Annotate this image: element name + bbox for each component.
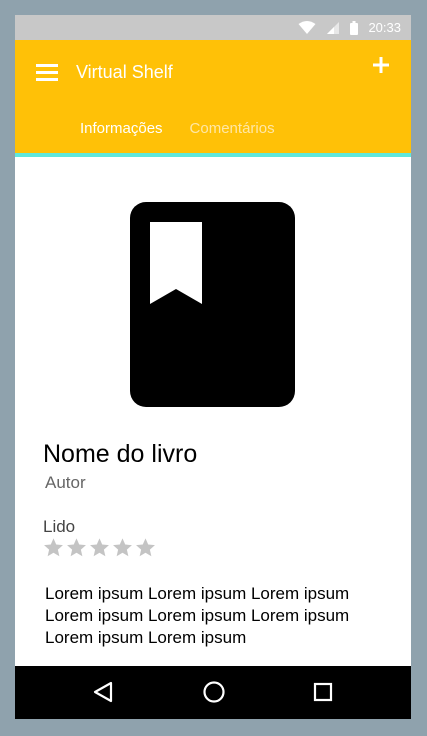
star-icon[interactable] [43, 537, 64, 558]
tab-indicator [15, 153, 411, 157]
star-icon[interactable] [135, 537, 156, 558]
star-icon[interactable] [66, 537, 87, 558]
battery-icon [350, 20, 359, 35]
book-title: Nome do livro [43, 440, 198, 468]
phone-screen: 20:33 Virtual Shelf Informações Comentár… [15, 15, 411, 719]
book-bookmark-icon [130, 202, 295, 407]
triangle-back-icon[interactable] [92, 680, 114, 704]
star-rating[interactable] [43, 537, 156, 558]
circle-home-icon[interactable] [202, 680, 226, 704]
book-author: Autor [45, 473, 86, 492]
status-icons: 20:33 [298, 15, 401, 40]
tab-bar: Informações Comentários [80, 120, 275, 137]
tab-comentarios[interactable]: Comentários [190, 120, 275, 137]
reading-status: Lido [43, 517, 76, 536]
star-icon[interactable] [112, 537, 133, 558]
hamburger-menu-icon[interactable] [36, 64, 58, 82]
status-time: 20:33 [368, 20, 401, 35]
signal-icon [327, 21, 340, 34]
status-bar: 20:33 [15, 15, 411, 40]
tab-informacoes[interactable]: Informações [80, 120, 163, 137]
app-bar: Virtual Shelf Informações Comentários [15, 40, 411, 153]
navigation-bar [15, 666, 411, 719]
book-description: Lorem ipsum Lorem ipsum Lorem ipsum Lore… [45, 584, 350, 647]
star-icon[interactable] [89, 537, 110, 558]
wifi-icon [298, 20, 316, 34]
plus-icon[interactable] [371, 55, 391, 75]
app-title: Virtual Shelf [76, 62, 173, 82]
square-recents-icon[interactable] [312, 680, 334, 704]
